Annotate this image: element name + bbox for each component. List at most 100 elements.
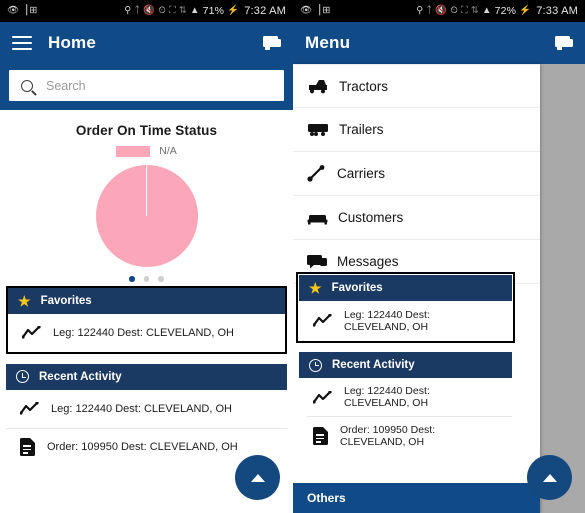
battery-percent: 72% (494, 5, 517, 17)
status-right-icons: ⚲ ᛏ 🔇 ⏲ ⛶ ⇅ ▲ 72% ⚡ 7:33 AM (416, 5, 578, 17)
menu-item-label: Carriers (337, 166, 386, 181)
menu-item-carriers[interactable]: Carriers (293, 152, 540, 196)
eye-icon: 👁 (7, 5, 20, 17)
location-icon: ⚲ (416, 5, 424, 17)
left-phone-panel: 👁 ⎮⊞ ⚲ ᛏ 🔇 ⏲ ⛶ ⇅ ▲ 71% ⚡ 7:32 AM Home Se… (0, 0, 293, 513)
search-icon (21, 79, 33, 92)
search-placeholder: Search (46, 78, 86, 93)
left-status-bar: 👁 ⎮⊞ ⚲ ᛏ 🔇 ⏲ ⛶ ⇅ ▲ 71% ⚡ 7:32 AM (0, 0, 293, 22)
cast-icon: ⛶ (460, 5, 468, 17)
hamburger-icon[interactable] (12, 36, 32, 50)
menu-item-label: Tractors (339, 78, 389, 94)
clock-time: 7:32 AM (244, 5, 286, 17)
alarm-icon: ⏲ (158, 5, 166, 17)
favorite-item-label: Leg: 122440 Dest: CLEVELAND, OH (53, 326, 234, 339)
list-item[interactable]: Leg: 122440 Dest: CLEVELAND, OH (6, 389, 287, 428)
recent-activity-section-header[interactable]: Recent Activity (299, 352, 512, 378)
battery-percent: 71% (202, 5, 225, 17)
clock-icon (309, 358, 322, 372)
signal-icon: ▲ (481, 5, 492, 17)
list-item[interactable]: Leg: 122440 Dest: CLEVELAND, OH (299, 301, 512, 340)
right-phone-panel: 👁 ⎮⊞ ⚲ ᛏ 🔇 ⏲ ⛶ ⇅ ▲ 72% ⚡ 7:33 AM Menu Tr… (293, 0, 585, 513)
left-content: Order On Time Status N/A ★ Favorites Leg… (0, 110, 293, 513)
scroll-to-top-fab[interactable] (235, 455, 280, 500)
star-icon: ★ (309, 280, 322, 296)
status-left-icons: 👁 ⎮⊞ (7, 6, 38, 16)
message-icon (307, 254, 327, 269)
menu-item-label: Trailers (339, 122, 384, 137)
list-item[interactable]: Leg: 122440 Dest: CLEVELAND, OH (299, 378, 512, 416)
order-on-time-status-card: Order On Time Status N/A (0, 110, 293, 282)
pie-chart-wrapper (0, 165, 293, 267)
customer-icon (307, 211, 328, 225)
trailer-icon (307, 123, 329, 136)
menu-footer-others[interactable]: Others (293, 483, 540, 513)
drawer-scrim[interactable] (540, 64, 585, 513)
favorites-section-header[interactable]: ★ Favorites (8, 287, 285, 314)
menu-item-label: Customers (338, 210, 404, 225)
carousel-dot-3[interactable] (158, 276, 164, 282)
cast-icon: ⛶ (168, 5, 176, 17)
favorites-section-header[interactable]: ★ Favorites (299, 275, 512, 301)
document-icon (313, 427, 328, 445)
leg-chart-icon (312, 389, 332, 404)
scroll-to-top-fab[interactable] (527, 455, 572, 500)
alarm-icon: ⏲ (450, 5, 458, 17)
battery-charging-icon: ⚡ (519, 5, 532, 17)
left-app-bar: Home (0, 22, 293, 64)
star-icon: ★ (18, 292, 31, 309)
recent-item-label: Order: 109950 Dest: CLEVELAND, OH (47, 441, 238, 453)
others-label: Others (307, 491, 346, 505)
status-left-icons: 👁 ⎮⊞ (300, 6, 331, 16)
carousel-dot-2[interactable] (143, 276, 150, 282)
favorites-title: Favorites (331, 282, 383, 294)
chat-icon[interactable] (555, 36, 573, 50)
right-body: Tractors Trailers Carriers Customers Mes… (293, 64, 585, 513)
drawer-title: Menu (305, 33, 351, 52)
page-title: Home (48, 33, 97, 52)
bluetooth-icon: ᛏ (426, 5, 433, 17)
list-item[interactable]: Order: 109950 Dest: CLEVELAND, OH (299, 417, 512, 455)
sync-icon: ⇅ (178, 5, 187, 17)
screenshot-icon: ⎮⊞ (317, 5, 331, 17)
status-right-icons: ⚲ ᛏ 🔇 ⏲ ⛶ ⇅ ▲ 71% ⚡ 7:32 AM (124, 5, 286, 17)
search-input[interactable]: Search (9, 70, 284, 101)
carousel-dots[interactable] (0, 276, 293, 282)
leg-chart-icon (312, 313, 332, 327)
pie-chart[interactable] (95, 165, 198, 267)
chat-icon[interactable] (263, 36, 281, 50)
favorite-item-label: Leg: 122440 Dest: CLEVELAND, OH (344, 308, 430, 333)
battery-charging-icon: ⚡ (227, 5, 240, 17)
screenshot-stage: 👁 ⎮⊞ ⚲ ᛏ 🔇 ⏲ ⛶ ⇅ ▲ 71% ⚡ 7:32 AM Home Se… (0, 0, 585, 513)
legend-swatch-na (116, 145, 151, 157)
menu-item-customers[interactable]: Customers (293, 196, 540, 240)
favorites-title: Favorites (40, 294, 92, 307)
recent-activity-section-header[interactable]: Recent Activity (6, 363, 287, 390)
recent-item-label: Leg: 122440 Dest: CLEVELAND, OH (344, 385, 430, 409)
legend-label-na: N/A (159, 145, 177, 157)
menu-item-tractors[interactable]: Tractors (293, 64, 540, 108)
carrier-icon (307, 165, 327, 182)
arrow-up-icon (542, 473, 557, 482)
document-icon (20, 438, 35, 456)
pie-slice-divider (145, 165, 148, 216)
screenshot-icon: ⎮⊞ (24, 5, 38, 17)
clock-time: 7:33 AM (536, 5, 578, 17)
eye-icon: 👁 (300, 5, 313, 17)
chart-title: Order On Time Status (75, 123, 218, 138)
arrow-up-icon (250, 473, 265, 482)
favorites-highlight-box: ★ Favorites Leg: 122440 Dest: CLEVELAND,… (6, 285, 287, 354)
search-bar-container: Search (0, 64, 293, 110)
list-item[interactable]: Leg: 122440 Dest: CLEVELAND, OH (8, 313, 285, 352)
signal-icon: ▲ (189, 5, 200, 17)
carousel-dot-1[interactable] (129, 276, 135, 282)
menu-item-label: Messages (337, 254, 399, 269)
chart-legend: N/A (0, 145, 293, 157)
recent-activity-title: Recent Activity (332, 359, 415, 371)
recent-item-label: Leg: 122440 Dest: CLEVELAND, OH (51, 402, 232, 415)
recent-item-label: Order: 109950 Dest: CLEVELAND, OH (340, 424, 436, 448)
clock-icon (16, 370, 29, 383)
right-app-bar: Menu (293, 22, 585, 64)
bluetooth-icon: ᛏ (134, 5, 141, 17)
menu-item-trailers[interactable]: Trailers (293, 108, 540, 152)
